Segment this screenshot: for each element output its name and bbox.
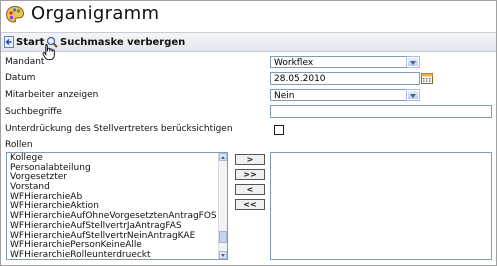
- organigramm-window: Organigramm Start Suchmaske verbergen Ma…: [0, 0, 497, 266]
- mitarbeiter-value: Nein: [274, 91, 295, 101]
- back-arrow-icon: [4, 36, 14, 48]
- title-bar: Organigramm: [1, 1, 496, 29]
- toolbar: Start Suchmaske verbergen: [1, 32, 496, 52]
- mitarbeiter-label: Mitarbeiter anzeigen: [5, 90, 99, 100]
- datum-value: 28.05.2010: [274, 74, 326, 84]
- remove-role-button[interactable]: <: [235, 184, 265, 195]
- suchbegriffe-label: Suchbegriffe: [5, 107, 62, 117]
- page-title: Organigramm: [31, 3, 160, 24]
- mandant-select[interactable]: Workflex: [270, 56, 420, 68]
- selected-roles-list[interactable]: [270, 152, 492, 260]
- list-item[interactable]: WFHierarchieRolleunterdrueckt: [10, 250, 217, 259]
- scroll-up-icon[interactable]: [219, 153, 227, 161]
- unterdrueckung-checkbox[interactable]: [274, 125, 284, 135]
- datum-label: Datum: [5, 73, 36, 83]
- hide-search-mask-button[interactable]: Suchmaske verbergen: [46, 35, 185, 49]
- chevron-down-icon: [406, 56, 420, 68]
- hide-search-mask-label: Suchmaske verbergen: [60, 36, 186, 48]
- available-roles-items: Kollege Personalabteilung Vorgesetzter Vors…: [10, 153, 217, 259]
- palette-icon: [5, 5, 25, 23]
- datum-field[interactable]: 28.05.2010: [270, 72, 420, 85]
- remove-all-roles-button[interactable]: <<: [235, 199, 265, 210]
- available-roles-list[interactable]: Kollege Personalabteilung Vorgesetzter Vors…: [6, 152, 228, 260]
- suchbegriffe-field[interactable]: [270, 105, 492, 118]
- add-all-roles-button[interactable]: >>: [235, 169, 265, 180]
- scrollbar-thumb[interactable]: [219, 231, 227, 243]
- calendar-icon[interactable]: [421, 72, 433, 84]
- start-button[interactable]: Start: [4, 35, 44, 49]
- mandant-value: Workflex: [274, 58, 314, 68]
- unterdrueckung-label: Unterdrückung des Stellvertreters berück…: [5, 124, 233, 134]
- available-roles-scrollbar[interactable]: [218, 153, 227, 259]
- mitarbeiter-select[interactable]: Nein: [270, 89, 420, 101]
- mandant-label: Mandant: [5, 57, 45, 67]
- scroll-down-icon[interactable]: [219, 251, 227, 259]
- chevron-down-icon: [406, 89, 420, 101]
- add-role-button[interactable]: >: [235, 154, 265, 165]
- rollen-label: Rollen: [5, 140, 33, 150]
- start-button-label: Start: [16, 36, 45, 48]
